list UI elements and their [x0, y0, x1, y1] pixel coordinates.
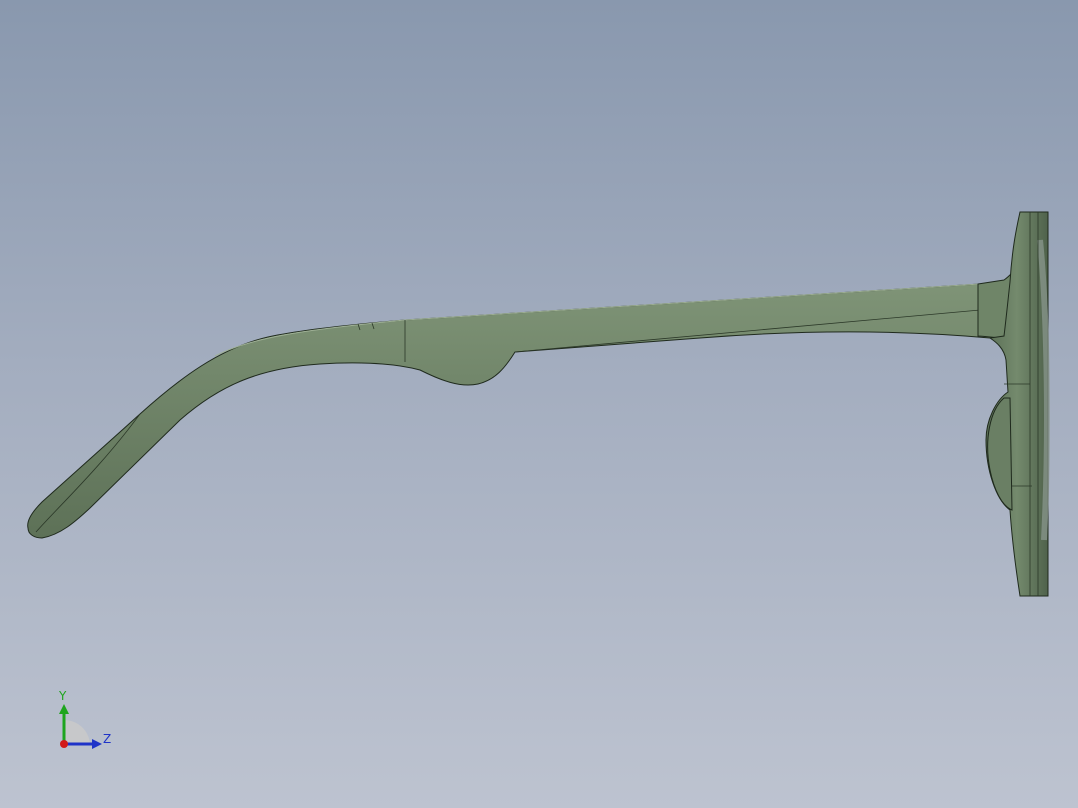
sunglasses-model[interactable] — [0, 0, 1078, 808]
z-axis-label: Z — [103, 732, 111, 746]
front-frame[interactable] — [985, 211, 1049, 597]
x-axis-dot — [60, 740, 68, 748]
triad-plane — [64, 719, 90, 744]
temple-arm[interactable] — [27, 281, 1005, 539]
graphics-viewport[interactable]: Y Z — [0, 0, 1078, 808]
orientation-triad: Y Z — [58, 689, 111, 749]
z-axis-arrow — [92, 739, 102, 749]
y-axis-arrow — [59, 704, 69, 714]
y-axis-label: Y — [58, 689, 67, 703]
